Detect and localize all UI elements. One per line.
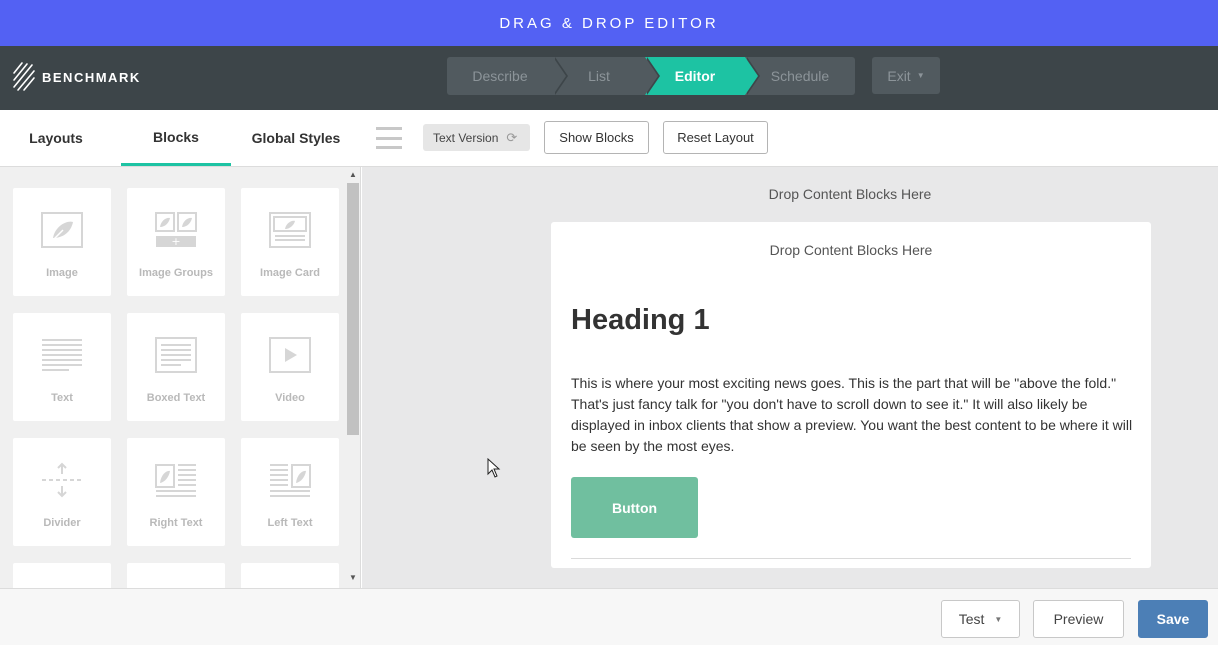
tab-layouts[interactable]: Layouts [0,110,112,166]
hamburger-menu-icon[interactable] [376,127,402,149]
text-icon [40,335,84,375]
exit-button[interactable]: Exit ▼ [872,57,940,94]
image-card-icon [268,210,312,250]
block-partial[interactable] [241,563,339,588]
sync-icon: ⟳ [506,129,518,145]
drop-zone-inner[interactable]: Drop Content Blocks Here [551,242,1151,258]
step-schedule[interactable]: Schedule [745,57,855,95]
email-divider [571,558,1131,559]
caret-down-icon: ▼ [994,614,1003,624]
tab-global-styles[interactable]: Global Styles [240,110,352,166]
show-blocks-button[interactable]: Show Blocks [544,121,649,154]
block-right-text[interactable]: Right Text [127,438,225,546]
wizard-steps: Describe List Editor Schedule [447,57,855,95]
tab-label: Layouts [29,130,83,146]
step-label: Editor [674,68,716,84]
email-cta-button[interactable]: Button [571,477,698,538]
boxed-text-icon [154,335,198,375]
nav-bar: BENCHMARK Describe List Editor Schedule … [0,46,1218,110]
scroll-up-icon[interactable]: ▲ [347,169,359,181]
caret-down-icon: ▼ [916,71,925,80]
blocks-sidebar: Image + Image Groups Image Card Text Box… [0,167,361,588]
email-paragraph[interactable]: This is where your most exciting news go… [571,373,1136,457]
block-image[interactable]: Image [13,188,111,296]
left-text-icon [268,460,312,500]
block-image-groups[interactable]: + Image Groups [127,188,225,296]
benchmark-logo-icon [13,62,35,91]
email-heading[interactable]: Heading 1 [571,304,710,337]
reset-layout-button[interactable]: Reset Layout [663,121,768,154]
drop-zone-outer[interactable]: Drop Content Blocks Here [362,186,1218,202]
block-text[interactable]: Text [13,313,111,421]
sidebar-scroll-thumb[interactable] [347,183,359,435]
exit-label: Exit [887,67,911,84]
divider-icon [40,460,84,500]
tab-blocks[interactable]: Blocks [121,110,231,166]
step-editor[interactable]: Editor [645,57,760,95]
block-image-card[interactable]: Image Card [241,188,339,296]
tab-label: Global Styles [251,130,341,146]
save-button[interactable]: Save [1138,600,1208,638]
right-text-icon [154,460,198,500]
email-body: Drop Content Blocks Here Heading 1 This … [551,222,1151,568]
svg-text:+: + [171,235,180,248]
scroll-down-icon[interactable]: ▼ [347,572,359,584]
image-groups-icon: + [154,210,198,250]
text-version-button[interactable]: Text Version ⟳ [423,124,530,151]
block-left-text[interactable]: Left Text [241,438,339,546]
step-describe[interactable]: Describe [447,57,568,95]
preview-button[interactable]: Preview [1033,600,1124,638]
step-label: Schedule [770,68,830,84]
step-label: Describe [472,68,528,84]
step-label: List [588,68,610,84]
top-title-bar: DRAG & DROP EDITOR [0,0,1218,46]
video-icon [268,335,312,375]
email-canvas: Drop Content Blocks Here Drop Content Bl… [362,167,1218,588]
block-divider[interactable]: Divider [13,438,111,546]
editor-footer: Test ▼ Preview Save [0,588,1218,645]
tab-label: Blocks [153,128,199,145]
app-title: DRAG & DROP EDITOR [499,14,719,32]
brand-name: BENCHMARK [42,69,141,85]
image-icon [40,210,84,250]
mouse-cursor-icon [487,458,501,478]
benchmark-logo[interactable]: BENCHMARK [12,61,141,93]
editor-toolbar: Layouts Blocks Global Styles Text Versio… [0,110,1218,167]
block-partial[interactable] [13,563,111,588]
test-button[interactable]: Test ▼ [941,600,1020,638]
text-version-label: Text Version [433,130,499,145]
block-partial[interactable] [127,563,225,588]
block-boxed-text[interactable]: Boxed Text [127,313,225,421]
block-video[interactable]: Video [241,313,339,421]
